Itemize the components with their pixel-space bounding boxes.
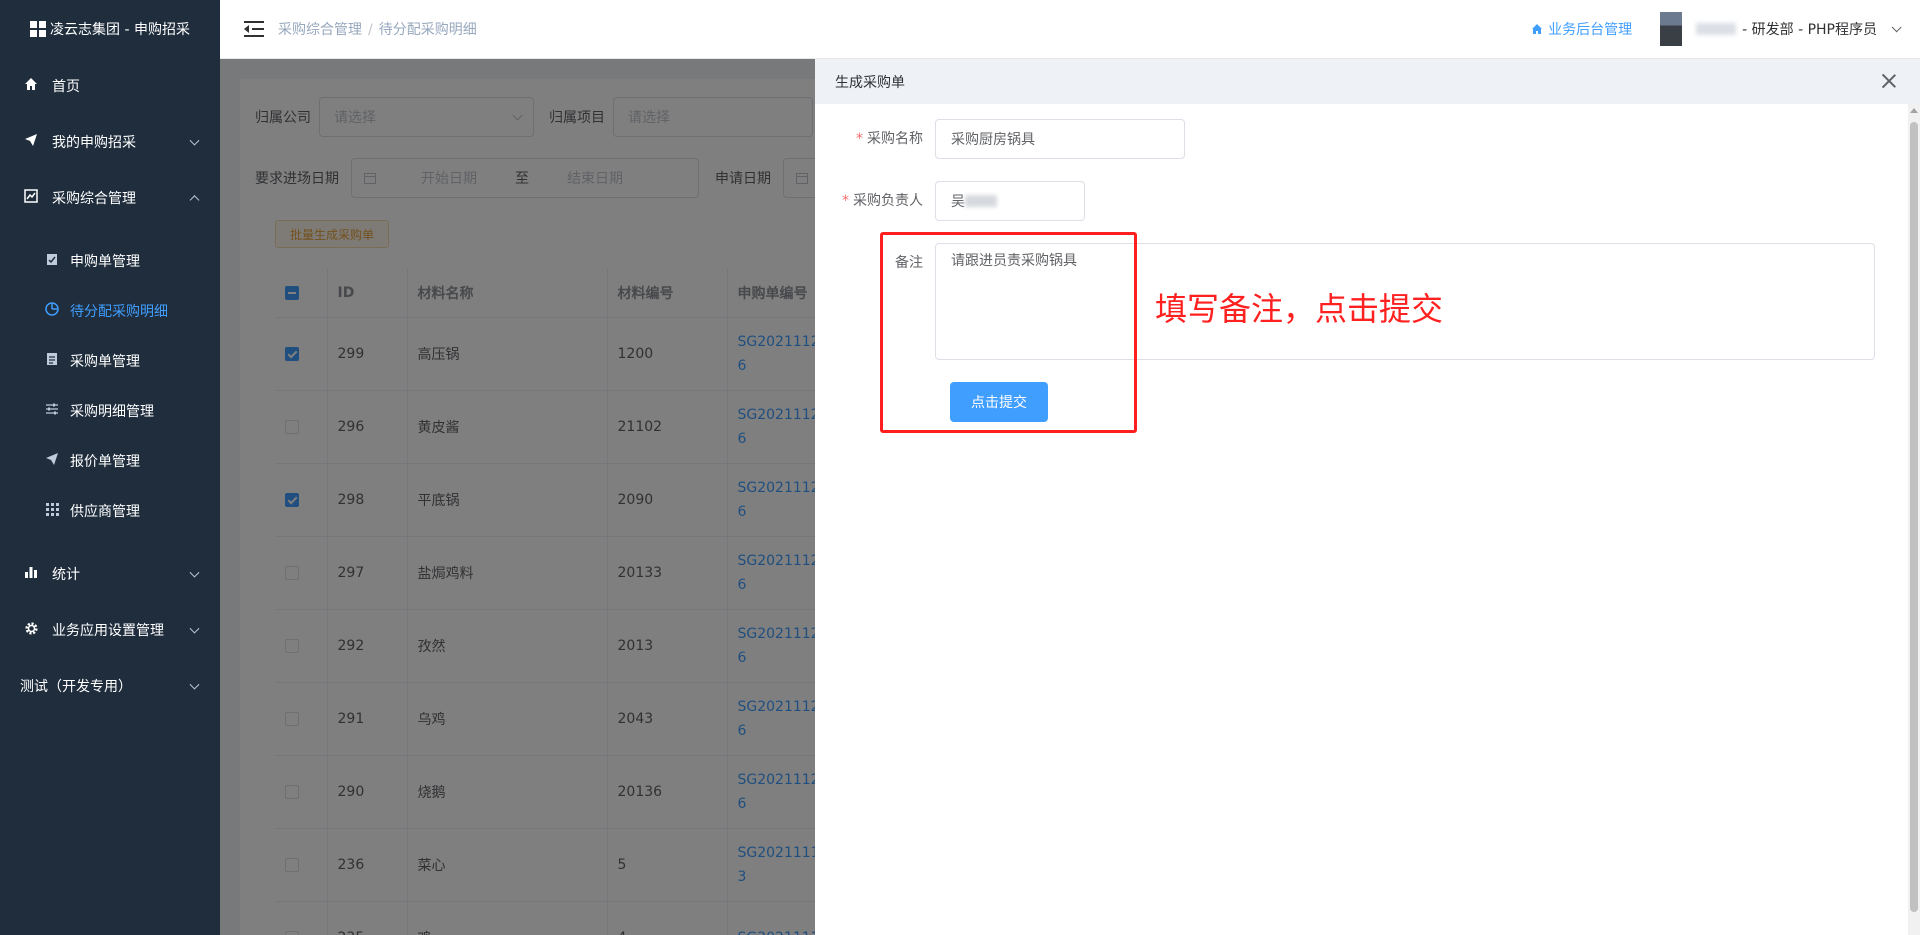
scrollbar-thumb[interactable] (1910, 122, 1918, 912)
sidebar-item-home[interactable]: 首页 (0, 58, 220, 114)
sidebar-item-app-settings[interactable]: 业务应用设置管理 (0, 602, 220, 658)
breadcrumb-current: 待分配采购明细 (378, 22, 477, 38)
chevron-down-icon[interactable] (1891, 21, 1902, 32)
sidebar-subitem-pending-allocation[interactable]: 待分配采购明细 (0, 286, 220, 336)
home-icon (1532, 24, 1543, 34)
sliders-icon (44, 403, 60, 419)
sidebar-subitem-purchase-detail[interactable]: 采购明细管理 (0, 386, 220, 436)
field-label: * 采购负责人 (815, 181, 935, 221)
sidebar-item-label: 我的申购招采 (52, 135, 136, 151)
gear-icon (22, 621, 40, 640)
purchase-name-label: 采购名称 (867, 131, 923, 147)
redacted-text (965, 195, 997, 207)
bar-chart-icon (22, 565, 40, 583)
sidebar-item-purchase-mgmt[interactable]: 采购综合管理 (0, 170, 220, 226)
sidebar-subitem-supplier[interactable]: 供应商管理 (0, 486, 220, 536)
business-backend-link[interactable]: 业务后台管理 (1531, 19, 1632, 39)
field-label: * 采购名称 (815, 119, 935, 159)
breadcrumb-separator: / (368, 22, 373, 38)
sidebar-subitem-label: 采购明细管理 (70, 404, 154, 420)
user-name-redacted (1696, 23, 1737, 35)
chevron-up-icon (189, 195, 200, 206)
required-mark: * (856, 131, 863, 147)
avatar[interactable] (1660, 12, 1683, 46)
drawer-scrollbar[interactable] (1908, 104, 1920, 935)
paper-plane-icon (44, 452, 60, 470)
grid-icon (44, 502, 60, 520)
sidebar-subitem-quotation[interactable]: 报价单管理 (0, 436, 220, 486)
breadcrumb: 采购综合管理 / 待分配采购明细 (278, 19, 477, 39)
home-icon (22, 77, 40, 95)
close-icon[interactable] (1880, 72, 1898, 90)
annotation-text: 填写备注，点击提交 (1155, 290, 1444, 328)
menu-fold-icon[interactable] (244, 21, 264, 37)
scroll-up-arrow-icon[interactable] (1910, 108, 1918, 113)
chart-icon (22, 189, 40, 207)
paper-plane-icon (22, 133, 40, 151)
navbar-right: 业务后台管理 - 研发部 - PHP程序员 (1531, 12, 1902, 46)
purchase-owner-input[interactable]: 吴 (935, 181, 1085, 221)
sidebar-item-label: 采购综合管理 (52, 191, 136, 207)
breadcrumb-item[interactable]: 采购综合管理 (278, 22, 362, 38)
sidebar: 凌云志集团 - 申购招采 首页 我的申购招采 采购综合管理 申购单管理 待分配采… (0, 0, 220, 935)
sidebar-subitem-purchase-order[interactable]: 采购单管理 (0, 336, 220, 386)
purchase-name-input[interactable]: 采购厨房锅具 (935, 119, 1185, 159)
sidebar-item-label: 业务应用设置管理 (52, 623, 164, 639)
sidebar-subitem-label: 申购单管理 (70, 254, 140, 270)
sidebar-item-label: 统计 (52, 567, 80, 583)
sidebar-item-label: 首页 (52, 79, 80, 95)
drawer-title: 生成采购单 (835, 74, 905, 91)
annotation-highlight-box (880, 232, 1137, 433)
drawer-header: 生成采购单 (815, 59, 1920, 104)
brand-title: 凌云志集团 - 申购招采 (50, 22, 190, 38)
sidebar-item-label: 测试（开发专用） (20, 679, 132, 695)
logo-icon (30, 21, 46, 37)
chevron-down-icon (189, 623, 200, 634)
required-mark: * (842, 193, 849, 209)
generate-purchase-order-drawer: 生成采购单 * 采购名称 采购厨房锅具 * 采购负责人 吴 备注 请跟进员责采购锅具… (815, 59, 1920, 935)
sidebar-subitem-label: 报价单管理 (70, 454, 140, 470)
clock-pie-icon (44, 302, 60, 320)
chevron-down-icon (189, 679, 200, 690)
sidebar-item-dev-test[interactable]: 测试（开发专用） (0, 658, 220, 714)
business-backend-label: 业务后台管理 (1548, 22, 1633, 38)
sidebar-item-my-purchase[interactable]: 我的申购招采 (0, 114, 220, 170)
sidebar-subitem-label: 采购单管理 (70, 354, 140, 370)
top-navbar: 采购综合管理 / 待分配采购明细 业务后台管理 - 研发部 - PHP程序员 (220, 0, 1920, 59)
chevron-down-icon (189, 567, 200, 578)
sidebar-subitem-label: 供应商管理 (70, 504, 140, 520)
sidebar-item-statistics[interactable]: 统计 (0, 546, 220, 602)
purchase-owner-row: * 采购负责人 吴 (815, 181, 1085, 221)
user-info[interactable]: - 研发部 - PHP程序员 (1742, 19, 1877, 39)
chevron-down-icon (189, 135, 200, 146)
sidebar-subitem-requisition[interactable]: 申购单管理 (0, 236, 220, 286)
modal-overlay[interactable] (220, 59, 815, 935)
submenu-purchase-mgmt: 申购单管理 待分配采购明细 采购单管理 采购明细管理 报价单管理 供应商管理 (0, 226, 220, 546)
brand[interactable]: 凌云志集团 - 申购招采 (0, 0, 220, 58)
purchase-owner-label: 采购负责人 (853, 193, 923, 209)
document-list-icon (44, 352, 60, 370)
purchase-name-row: * 采购名称 采购厨房锅具 (815, 119, 1185, 159)
clipboard-check-icon (44, 252, 60, 270)
sidebar-subitem-label: 待分配采购明细 (70, 304, 168, 320)
owner-value: 吴 (951, 194, 965, 210)
